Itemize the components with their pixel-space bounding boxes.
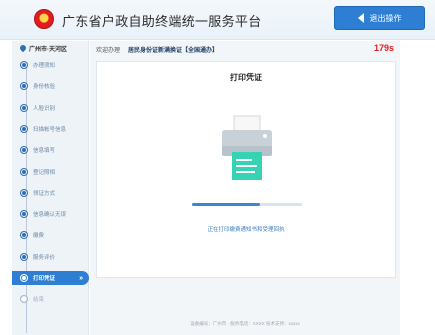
step-dot-icon: [21, 147, 27, 154]
step-label: 信息填写: [33, 148, 56, 155]
step-dot-icon: [21, 275, 27, 281]
step-label: 办理须知: [33, 63, 56, 69]
step-item: 扫描帐号信息: [18, 123, 66, 135]
print-status-text: 正在打印缴费通知书和受理回执: [207, 227, 285, 233]
step-label: 打印凭证: [33, 276, 56, 282]
step-item: 领证方式: [18, 187, 55, 199]
steps-sidebar: 广州市·天河区 办理须知身份核验人脸识别扫描帐号信息 信息填写登记照相领证方式信息…: [12, 41, 89, 335]
welcome-bar: 欢迎办理 居民身份证新满换证【全国通办】: [96, 45, 218, 54]
exit-button[interactable]: 退出操作: [334, 6, 425, 30]
step-label: 扫描帐号信息: [33, 126, 67, 133]
national-emblem-icon: [34, 9, 54, 29]
countdown-timer: 179s: [373, 43, 394, 53]
print-card: 打印凭证 正在打印缴费通知书和受理回执: [96, 61, 396, 278]
step-dot-icon: [21, 189, 27, 196]
step-label: 身份核验: [33, 84, 56, 91]
step-item: 信息填写: [18, 144, 55, 156]
welcome-prefix: 欢迎办理: [96, 48, 121, 54]
step-item: 缴费: [18, 229, 44, 241]
step-dot-icon: [21, 83, 27, 90]
step-item: 人脸识别: [18, 102, 55, 114]
step-item: 办理须知: [18, 59, 55, 71]
footer-info: 设备编号：广州市 · 服务电话：XXXX 技术支持：xxxxx: [190, 321, 300, 326]
step-item: 打印凭证 »: [12, 271, 89, 285]
print-progress-fill: [192, 203, 261, 206]
step-dot-icon: [21, 168, 27, 175]
step-dot-icon: [21, 125, 27, 132]
step-dot-icon: [21, 104, 27, 111]
printer-icon: [222, 115, 272, 180]
step-item: 结束: [18, 293, 44, 305]
step-label: 信息确认无误: [33, 212, 67, 219]
step-dot-icon: [21, 232, 27, 239]
step-label: 服务评价: [33, 254, 56, 261]
step-dot-icon: [21, 296, 27, 303]
active-step-arrow-icon: »: [79, 274, 83, 282]
step-label: 结束: [33, 297, 45, 304]
business-name: 居民身份证新满换证【全国通办】: [128, 48, 219, 54]
back-arrow-icon: [357, 13, 364, 23]
print-progress-bar: [192, 203, 302, 206]
step-dot-icon: [21, 211, 27, 218]
step-label: 缴费: [33, 233, 45, 240]
location-label: 广州市·天河区: [29, 46, 67, 53]
step-label: 登记照相: [33, 169, 56, 176]
step-item: 身份核验: [18, 80, 55, 92]
app-title: 广东省户政自助终端统一服务平台: [62, 14, 262, 29]
location-indicator: 广州市·天河区: [12, 41, 89, 55]
app-header: 广东省户政自助终端统一服务平台 退出操作: [0, 0, 435, 40]
step-dot-icon: [21, 253, 27, 260]
step-label: 人脸识别: [33, 105, 56, 112]
card-title: 打印凭证: [230, 73, 262, 82]
map-pin-icon: [18, 43, 28, 53]
step-dot-icon: [21, 62, 27, 68]
step-item: 服务评价: [18, 251, 55, 263]
step-item: 登记照相: [18, 166, 55, 178]
step-item: 信息确认无误: [18, 208, 66, 220]
main-panel: 欢迎办理 居民身份证新满换证【全国通办】 179s 打印凭证 正在打印缴费通知书…: [90, 41, 400, 335]
exit-button-label: 退出操作: [369, 13, 402, 23]
step-label: 领证方式: [33, 190, 56, 197]
